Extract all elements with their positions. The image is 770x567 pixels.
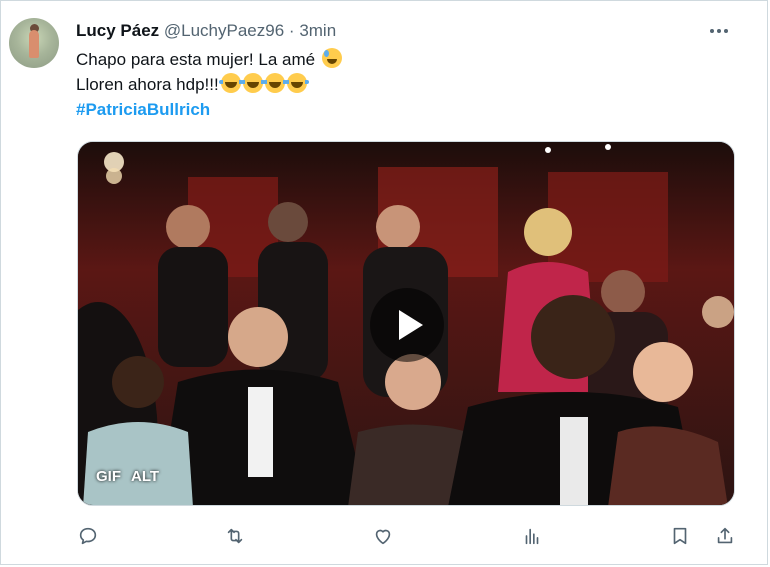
tears-of-joy-emoji-icon: [218, 73, 243, 93]
tweet-header: Lucy Páez @LuchyPaez96 · 3min: [76, 20, 336, 42]
author-name[interactable]: Lucy Páez: [76, 21, 159, 40]
tweet-line-2: Lloren ahora hdp!!!: [76, 72, 342, 97]
share-icon[interactable]: [714, 525, 736, 547]
play-button[interactable]: [370, 288, 444, 362]
action-bar: [1, 525, 767, 551]
media-badges: GIF ALT: [96, 468, 159, 485]
tweet-line-2-text: Lloren ahora hdp!!!: [76, 75, 219, 94]
tweet-line-1-text: Chapo para esta mujer! La amé: [76, 50, 316, 69]
tweet-line-3: #PatriciaBullrich: [76, 97, 342, 122]
gif-media[interactable]: GIF ALT: [77, 141, 735, 506]
gif-badge: GIF: [96, 468, 121, 485]
avatar[interactable]: [9, 18, 59, 68]
views-icon[interactable]: [521, 525, 543, 547]
alt-badge[interactable]: ALT: [131, 468, 159, 485]
header-separator: ·: [288, 21, 295, 40]
heart-icon[interactable]: [372, 525, 394, 547]
bookmark-icon[interactable]: [669, 525, 691, 547]
sweat-smile-emoji-icon: [321, 48, 342, 68]
reply-icon[interactable]: [77, 525, 99, 547]
tears-of-joy-emoji-icon: [262, 73, 287, 93]
hashtag-link[interactable]: #PatriciaBullrich: [76, 100, 210, 119]
tweet-text: Chapo para esta mujer! La amé Lloren aho…: [76, 47, 342, 122]
retweet-icon[interactable]: [224, 525, 246, 547]
tweet-card[interactable]: Lucy Páez @LuchyPaez96 · 3min Chapo para…: [0, 0, 768, 565]
tears-of-joy-emoji-icon: [240, 73, 265, 93]
tweet-time[interactable]: 3min: [299, 21, 336, 40]
author-handle[interactable]: @LuchyPaez96: [164, 21, 284, 40]
avatar-figure: [29, 30, 39, 58]
tears-of-joy-emoji-icon: [284, 73, 309, 93]
tweet-line-1: Chapo para esta mujer! La amé: [76, 47, 342, 72]
more-icon[interactable]: [707, 20, 731, 42]
